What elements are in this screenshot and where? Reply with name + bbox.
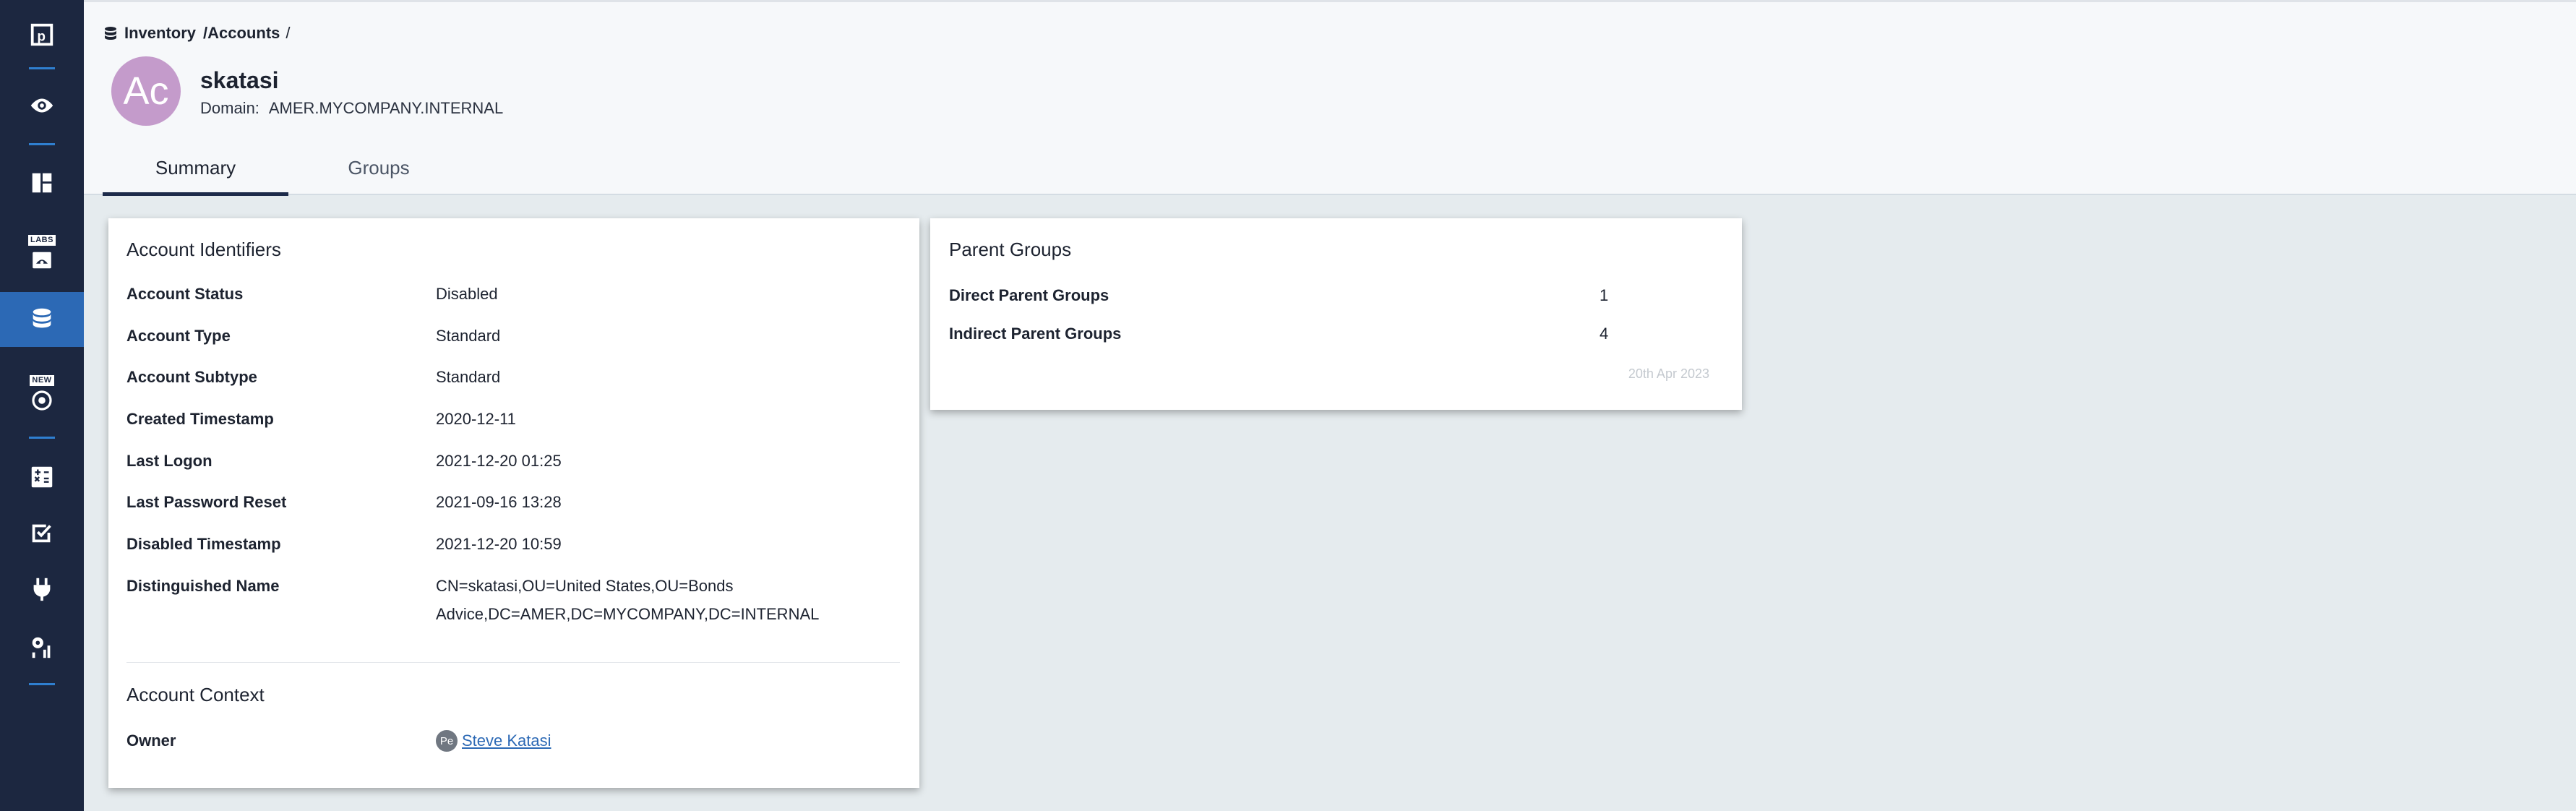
- parent-group-label: Indirect Parent Groups: [949, 325, 1122, 343]
- database-icon: [33, 308, 51, 328]
- sidebar-item-inventory[interactable]: [0, 292, 84, 347]
- target-icon: [32, 390, 52, 411]
- identifier-label: Last Password Reset: [126, 493, 287, 511]
- sidebar-divider: [29, 67, 55, 69]
- eye-icon: [30, 98, 53, 113]
- settings-chart-icon: [32, 637, 51, 658]
- sidebar: p LABS NEW: [0, 0, 84, 811]
- sidebar-divider: [29, 683, 55, 685]
- identifier-value: Standard: [436, 368, 501, 386]
- parent-group-row: Indirect Parent Groups 4: [949, 325, 1672, 343]
- breadcrumb-accounts[interactable]: /Accounts: [203, 24, 280, 43]
- identifier-value: 2021-12-20 10:59: [436, 535, 562, 553]
- sidebar-divider: [29, 143, 55, 145]
- parent-group-row: Direct Parent Groups 1: [949, 286, 1672, 305]
- plug-icon: [33, 578, 51, 601]
- sidebar-item-dashboard[interactable]: [0, 155, 84, 210]
- identifier-label: Account Subtype: [126, 368, 257, 386]
- parent-groups-title: Parent Groups: [949, 239, 1072, 260]
- identifier-row: Account Status Disabled: [126, 285, 900, 304]
- database-icon: [105, 27, 116, 40]
- sidebar-item-calculator[interactable]: [0, 450, 84, 505]
- owner-value: Pe Steve Katasi: [436, 730, 551, 752]
- sidebar-item-labs[interactable]: LABS: [0, 226, 84, 280]
- identifier-row: Created Timestamp 2020-12-11: [126, 410, 900, 429]
- identifier-row: Account Type Standard: [126, 327, 900, 346]
- identifier-value: 2021-12-20 01:25: [436, 452, 562, 470]
- identifier-label: Last Logon: [126, 452, 212, 470]
- tab-groups[interactable]: Groups: [288, 147, 469, 196]
- domain-value: AMER.MYCOMPANY.INTERNAL: [268, 99, 504, 117]
- domain-label: Domain:: [200, 99, 259, 117]
- tab-bar: Summary Groups: [103, 147, 469, 196]
- logo-icon: p: [30, 23, 53, 46]
- sidebar-item-tasks[interactable]: [0, 505, 84, 560]
- sidebar-item-targets[interactable]: NEW: [0, 366, 84, 421]
- identifier-value: 2020-12-11: [436, 410, 516, 428]
- sidebar-item-admin[interactable]: [0, 619, 84, 674]
- identifier-label: Distinguished Name: [126, 577, 280, 595]
- account-identifiers-title: Account Identifiers: [126, 239, 281, 260]
- last-updated-date: 20th Apr 2023: [1628, 366, 1709, 381]
- labs-icon: [33, 252, 51, 268]
- labs-tag: LABS: [28, 234, 56, 246]
- sidebar-divider: [29, 437, 55, 439]
- avatar: Ac: [111, 56, 181, 126]
- owner-row: Owner Pe Steve Katasi: [126, 730, 900, 752]
- identifier-row: Last Password Reset 2021-09-16 13:28: [126, 493, 900, 512]
- identifier-label: Account Type: [126, 327, 231, 345]
- identifier-row: Disabled Timestamp 2021-12-20 10:59: [126, 535, 900, 554]
- domain-info: Domain: AMER.MYCOMPANY.INTERNAL: [200, 99, 503, 118]
- dashboard-icon: [32, 173, 52, 193]
- section-divider: [126, 662, 900, 663]
- tab-summary[interactable]: Summary: [103, 147, 288, 196]
- owner-avatar: Pe: [436, 730, 458, 752]
- parent-groups-card: Parent Groups Direct Parent Groups 1 Ind…: [930, 218, 1742, 410]
- page-header: Inventory /Accounts / Ac skatasi Domain:…: [84, 0, 2576, 196]
- account-context-title: Account Context: [126, 684, 265, 705]
- parent-group-count[interactable]: 4: [1600, 325, 1621, 343]
- identifier-label: Disabled Timestamp: [126, 535, 281, 553]
- calculator-icon: [31, 466, 53, 488]
- parent-group-count[interactable]: 1: [1600, 286, 1621, 305]
- breadcrumb-separator: /: [285, 24, 291, 42]
- checklist-icon: [32, 524, 51, 543]
- sidebar-item-integrations[interactable]: [0, 562, 84, 617]
- new-tag: NEW: [30, 374, 54, 386]
- identifier-value: Disabled: [436, 285, 498, 303]
- sidebar-item-monitor[interactable]: [0, 78, 84, 133]
- account-identifiers-card: Account Identifiers Account Status Disab…: [108, 218, 919, 788]
- svg-text:p: p: [37, 30, 46, 45]
- identifier-row: Last Logon 2021-12-20 01:25: [126, 452, 900, 471]
- identifier-row: Distinguished Name CN=skatasi,OU=United …: [126, 577, 900, 628]
- page-title: skatasi: [200, 67, 279, 93]
- identifier-row: Account Subtype Standard: [126, 368, 900, 387]
- identifier-label: Created Timestamp: [126, 410, 274, 428]
- identifier-value: 2021-09-16 13:28: [436, 493, 562, 511]
- sidebar-item-home[interactable]: p: [0, 7, 84, 62]
- owner-link[interactable]: Steve Katasi: [462, 731, 551, 750]
- parent-group-label: Direct Parent Groups: [949, 286, 1109, 304]
- breadcrumb-inventory[interactable]: Inventory: [124, 24, 196, 43]
- identifier-value: Standard: [436, 327, 501, 345]
- identifier-label: Account Status: [126, 285, 244, 303]
- owner-label: Owner: [126, 731, 176, 750]
- breadcrumb: Inventory /Accounts /: [104, 24, 296, 43]
- distinguished-name-value: CN=skatasi,OU=United States,OU=Bonds Adv…: [436, 577, 820, 623]
